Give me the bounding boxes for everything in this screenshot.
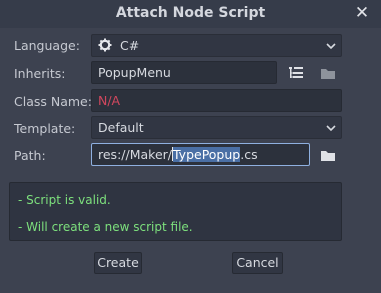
path-folder-button[interactable]	[319, 146, 337, 164]
dialog-title: Attach Node Script	[115, 5, 266, 21]
class-name-input[interactable]: N/A	[91, 89, 342, 112]
close-button[interactable]: ✕	[353, 3, 371, 23]
language-value: C#	[119, 38, 140, 53]
path-prefix: res://Maker/	[98, 147, 172, 162]
status-create-text: - Will create a new script file.	[18, 220, 193, 234]
dialog-titlebar: Attach Node Script ✕	[0, 0, 381, 28]
chevron-down-icon	[326, 125, 336, 132]
language-label: Language:	[14, 38, 80, 53]
template-value: Default	[98, 120, 144, 135]
close-icon: ✕	[354, 3, 370, 23]
class-tree-icon	[289, 67, 303, 78]
folder-icon	[321, 151, 335, 161]
inherits-input[interactable]: PopupMenu	[91, 61, 277, 84]
status-valid-text: - Script is valid.	[18, 193, 111, 207]
inherits-label: Inherits:	[14, 66, 66, 81]
class-tree-button[interactable]	[287, 64, 305, 82]
path-suffix: .cs	[240, 147, 258, 162]
csharp-gear-icon	[98, 37, 112, 52]
inherits-folder-button[interactable]	[319, 64, 337, 82]
path-label: Path:	[14, 148, 46, 163]
create-button[interactable]: Create	[94, 252, 142, 274]
path-selected-text: TypePopup	[172, 147, 241, 162]
chevron-down-icon	[326, 43, 336, 50]
status-panel: - Script is valid. - Will create a new s…	[9, 182, 342, 241]
folder-icon	[321, 69, 335, 79]
path-input[interactable]: res://Maker/TypePopup.cs	[91, 143, 310, 166]
class-name-label: Class Name:	[14, 94, 92, 109]
cancel-button[interactable]: Cancel	[232, 252, 283, 274]
language-dropdown[interactable]: C#	[91, 34, 342, 57]
template-dropdown[interactable]: Default	[91, 116, 342, 139]
template-label: Template:	[14, 121, 76, 136]
